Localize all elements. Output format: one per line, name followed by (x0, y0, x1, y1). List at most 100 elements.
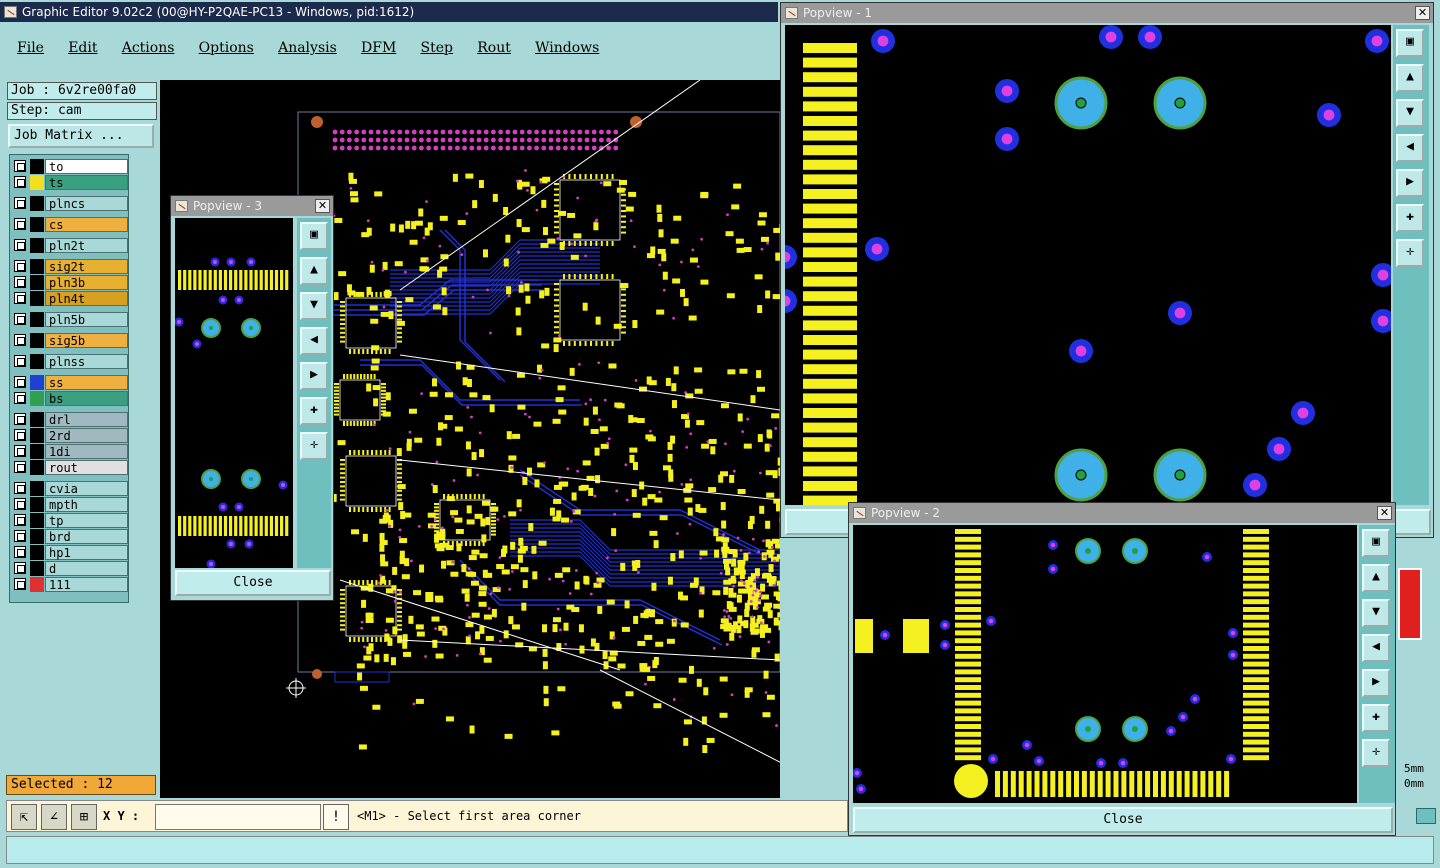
menu-windows[interactable]: Windows (524, 30, 605, 56)
layer-color-swatch[interactable] (30, 412, 44, 427)
layer-color-swatch[interactable] (30, 481, 44, 496)
job-matrix-button[interactable]: Job Matrix ... (8, 124, 154, 148)
layer-row-cvia[interactable]: cvia (12, 481, 128, 496)
zoom-in-icon[interactable]: ✚ (1362, 704, 1390, 732)
layer-checkbox[interactable] (14, 530, 26, 542)
menu-dfm[interactable]: DFM (350, 30, 402, 56)
layer-color-swatch[interactable] (30, 312, 44, 327)
layer-color-swatch[interactable] (30, 354, 44, 369)
layer-color-swatch[interactable] (30, 391, 44, 406)
layer-name[interactable]: 2rd (45, 428, 128, 443)
layer-checkbox[interactable] (14, 276, 26, 288)
layer-color-swatch[interactable] (30, 217, 44, 232)
layer-row-pln5b[interactable]: pln5b (12, 312, 128, 327)
layer-name[interactable]: cs (45, 217, 128, 232)
popview-2-canvas[interactable] (853, 525, 1357, 803)
popview-2-close-button[interactable]: Close (853, 807, 1393, 833)
popview-3-canvas[interactable] (175, 218, 293, 568)
layer-name[interactable]: plnss (45, 354, 128, 369)
layer-color-swatch[interactable] (30, 175, 44, 190)
layer-name[interactable]: mpth (45, 497, 128, 512)
layer-color-swatch[interactable] (30, 291, 44, 306)
zoom-fit-icon[interactable]: ▣ (1362, 529, 1390, 557)
layer-name[interactable]: sig5b (45, 333, 128, 348)
pan-left-icon[interactable]: ◀ (300, 327, 328, 355)
layer-name[interactable]: cvia (45, 481, 128, 496)
layer-checkbox[interactable] (14, 260, 26, 272)
layer-checkbox[interactable] (14, 514, 26, 526)
layer-name[interactable]: pln5b (45, 312, 128, 327)
layer-color-swatch[interactable] (30, 259, 44, 274)
pan-up-icon[interactable]: ▲ (1362, 564, 1390, 592)
layer-color-swatch[interactable] (30, 159, 44, 174)
menu-analysis[interactable]: Analysis (267, 30, 343, 56)
layer-row-plncs[interactable]: plncs (12, 196, 128, 211)
layer-row-d[interactable]: d (12, 561, 128, 576)
layer-row-plnss[interactable]: plnss (12, 354, 128, 369)
layer-name[interactable]: bs (45, 391, 128, 406)
popview-3-close-icon[interactable]: ✕ (315, 199, 330, 213)
layer-checkbox[interactable] (14, 578, 26, 590)
pan-left-icon[interactable]: ◀ (1362, 634, 1390, 662)
popview-3-title-bar[interactable]: Popview - 3 ✕ (171, 196, 333, 216)
layer-checkbox[interactable] (14, 392, 26, 404)
zoom-fit-icon[interactable]: ▣ (1396, 29, 1424, 57)
layer-row-ss[interactable]: ss (12, 375, 128, 390)
layer-color-swatch[interactable] (30, 513, 44, 528)
menu-file[interactable]: File (6, 30, 50, 56)
layer-name[interactable]: d (45, 561, 128, 576)
layer-checkbox[interactable] (14, 546, 26, 558)
layer-row-rout[interactable]: rout (12, 460, 128, 475)
layer-name[interactable]: to (45, 159, 128, 174)
layer-name[interactable]: 1di (45, 444, 128, 459)
layer-row-hp1[interactable]: hp1 (12, 545, 128, 560)
layer-color-swatch[interactable] (30, 428, 44, 443)
layer-checkbox[interactable] (14, 160, 26, 172)
layer-color-swatch[interactable] (30, 460, 44, 475)
popview-2-title-bar[interactable]: Popview - 2 ✕ (849, 503, 1395, 523)
zoom-in-icon[interactable]: ✚ (1396, 204, 1424, 232)
layer-checkbox[interactable] (14, 413, 26, 425)
layer-checkbox[interactable] (14, 429, 26, 441)
layer-row-1di[interactable]: 1di (12, 444, 128, 459)
layer-checkbox[interactable] (14, 562, 26, 574)
pan-up-icon[interactable]: ▲ (300, 257, 328, 285)
pan-right-icon[interactable]: ▶ (1396, 169, 1424, 197)
layer-color-swatch[interactable] (30, 444, 44, 459)
layer-row-cs[interactable]: cs (12, 217, 128, 232)
pan-right-icon[interactable]: ▶ (1362, 669, 1390, 697)
layer-color-swatch[interactable] (30, 497, 44, 512)
pan-down-icon[interactable]: ▼ (300, 292, 328, 320)
layer-row-sig5b[interactable]: sig5b (12, 333, 128, 348)
layer-row-drl[interactable]: drl (12, 412, 128, 427)
layer-checkbox[interactable] (14, 482, 26, 494)
layer-name[interactable]: hp1 (45, 545, 128, 560)
layer-checkbox[interactable] (14, 334, 26, 346)
scroll-arrow-fragment[interactable] (1416, 808, 1436, 824)
layer-row-brd[interactable]: brd (12, 529, 128, 544)
popview-1-canvas[interactable] (785, 25, 1391, 505)
layer-name[interactable]: plncs (45, 196, 128, 211)
layer-color-swatch[interactable] (30, 275, 44, 290)
layer-row-to[interactable]: to (12, 159, 128, 174)
layer-row-pln2t[interactable]: pln2t (12, 238, 128, 253)
popview-1-close-icon[interactable]: ✕ (1415, 6, 1430, 20)
layer-color-swatch[interactable] (30, 545, 44, 560)
layer-row-pln4t[interactable]: pln4t (12, 291, 128, 306)
zoom-out-icon[interactable]: ✛ (1396, 239, 1424, 267)
layer-name[interactable]: rout (45, 460, 128, 475)
layer-checkbox[interactable] (14, 218, 26, 230)
layer-checkbox[interactable] (14, 313, 26, 325)
layer-name[interactable]: pln4t (45, 291, 128, 306)
pan-up-icon[interactable]: ▲ (1396, 64, 1424, 92)
layer-checkbox[interactable] (14, 292, 26, 304)
layer-color-swatch[interactable] (30, 529, 44, 544)
layer-row-tp[interactable]: tp (12, 513, 128, 528)
layer-row-2rd[interactable]: 2rd (12, 428, 128, 443)
layer-checkbox[interactable] (14, 197, 26, 209)
popview-1-title-bar[interactable]: Popview - 1 ✕ (781, 3, 1433, 23)
xy-input[interactable] (155, 804, 321, 830)
layer-color-swatch[interactable] (30, 375, 44, 390)
layer-checkbox[interactable] (14, 461, 26, 473)
zoom-in-icon[interactable]: ✚ (300, 397, 328, 425)
